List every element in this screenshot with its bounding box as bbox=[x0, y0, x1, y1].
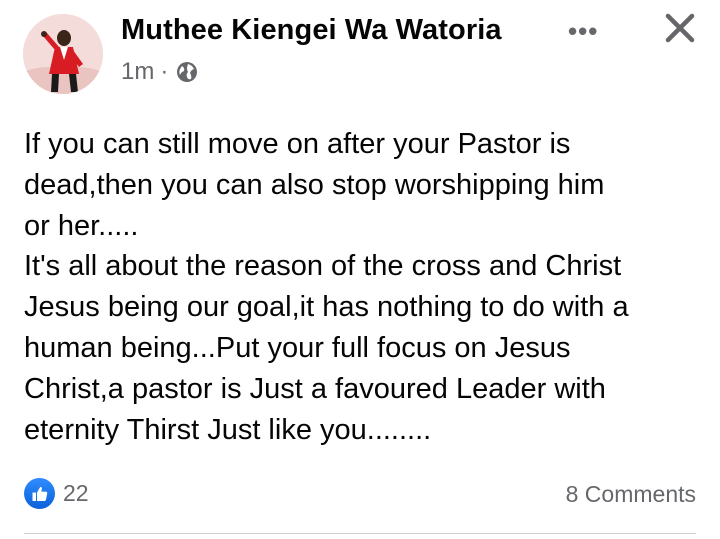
post-text-line: If you can still move on after your Past… bbox=[24, 128, 571, 160]
post-text-line: It's all about the reason of the cross a… bbox=[24, 250, 622, 283]
post-text-line: dead,then you can also stop worshipping … bbox=[24, 168, 605, 201]
more-options-icon[interactable]: ••• bbox=[568, 18, 598, 44]
comments-count-link[interactable]: 8 Comments bbox=[566, 481, 696, 508]
avatar[interactable] bbox=[23, 14, 103, 94]
globe-icon bbox=[176, 61, 198, 83]
post-text-line: eternity Thirst Just like you........ bbox=[24, 413, 432, 446]
timestamp[interactable]: 1m bbox=[121, 58, 154, 86]
post-text: If you can still move on after your Past… bbox=[24, 124, 714, 450]
reactions-summary[interactable]: 22 bbox=[24, 478, 89, 509]
post-card: Muthee Kiengei Wa Watoria 1m · ••• If yo… bbox=[0, 0, 720, 539]
avatar-image bbox=[23, 14, 103, 94]
post-text-line: human being...Put your full focus on Jes… bbox=[24, 331, 571, 364]
post-text-line: Christ,a pastor is Just a favoured Leade… bbox=[24, 372, 606, 405]
post-text-line: Jesus being our goal,it has nothing to d… bbox=[24, 291, 629, 324]
close-icon[interactable] bbox=[664, 12, 696, 44]
meta-separator: · bbox=[160, 58, 169, 85]
like-icon bbox=[24, 478, 55, 509]
post-text-line: or her..... bbox=[24, 209, 139, 242]
author-name[interactable]: Muthee Kiengei Wa Watoria bbox=[121, 14, 502, 47]
reaction-count: 22 bbox=[63, 480, 89, 506]
divider bbox=[24, 533, 696, 534]
post-meta: 1m · bbox=[121, 58, 198, 86]
